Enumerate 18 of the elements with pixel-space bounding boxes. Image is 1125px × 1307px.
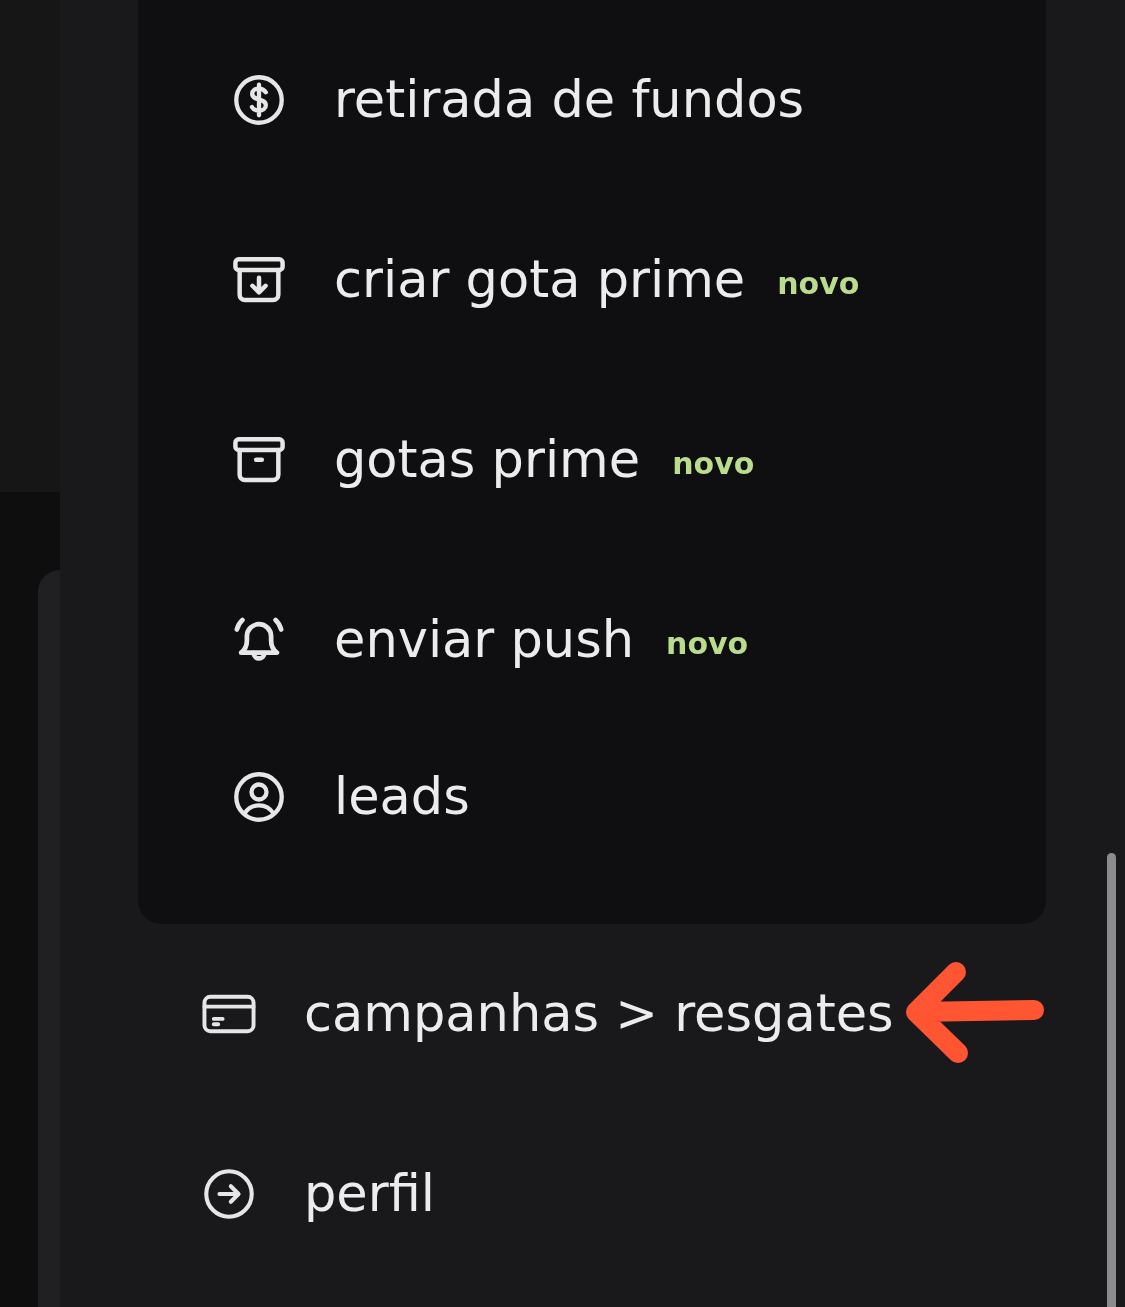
menu-item[interactable]: leads [231, 768, 470, 826]
new-label: novo [666, 624, 749, 660]
menu-item[interactable]: campanhas > resgates [201, 985, 894, 1043]
bell-icon [234, 616, 284, 664]
archive-down-icon [233, 257, 285, 303]
new-label: novo [672, 444, 755, 480]
menu-item[interactable]: gotas prime novo [231, 431, 755, 489]
user-icon [234, 772, 284, 822]
menu-item[interactable]: perfil [201, 1165, 435, 1223]
arrow-right-circle-icon [204, 1169, 254, 1219]
credit-card-icon [202, 993, 256, 1035]
menu-item[interactable]: enviar push novo [231, 611, 749, 669]
archive-icon [233, 437, 285, 483]
dollar-circle-icon [234, 75, 284, 125]
new-label: novo [777, 264, 860, 300]
menu-item[interactable]: criar gota prime novo [231, 251, 860, 309]
scrollbar-thumb[interactable] [1107, 853, 1116, 1307]
menu-item[interactable]: retirada de fundos [231, 71, 805, 129]
